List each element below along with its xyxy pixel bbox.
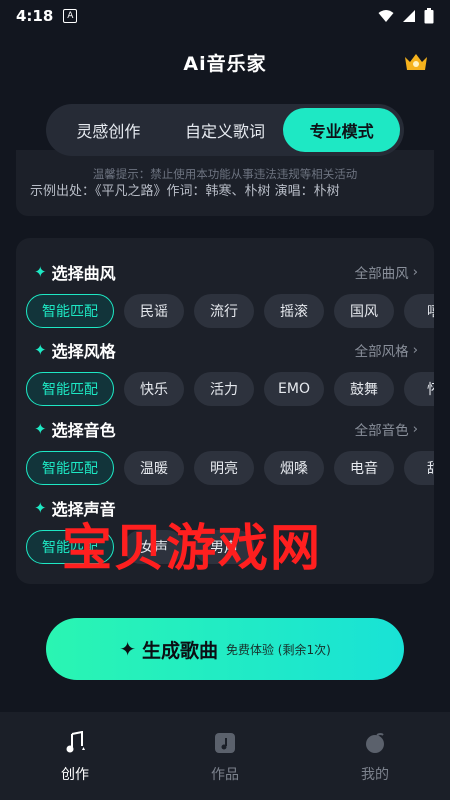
- timbre-chip[interactable]: 甜: [404, 451, 434, 485]
- nav-profile[interactable]: 我的: [300, 712, 450, 800]
- signal-icon: [403, 10, 415, 22]
- all-styles-link[interactable]: 全部风格 ›: [355, 340, 418, 360]
- notification-icon: A: [63, 9, 78, 23]
- genre-chip[interactable]: 流行: [194, 294, 254, 328]
- genre-chip[interactable]: 民谣: [124, 294, 184, 328]
- battery-icon: [424, 8, 434, 24]
- app-title: Ai音乐家: [183, 52, 267, 75]
- timbre-chip[interactable]: 温暖: [124, 451, 184, 485]
- watermark: 宝贝游戏网: [62, 519, 322, 577]
- genre-section-header: ✦ 选择曲风 全部曲风 ›: [34, 260, 418, 284]
- generate-song-button[interactable]: ✦ 生成歌曲 免费体验 (剩余1次): [46, 618, 404, 680]
- style-chip[interactable]: 活力: [194, 372, 254, 406]
- all-styles-label: 全部风格: [354, 344, 409, 360]
- nav-create[interactable]: 创作: [0, 712, 150, 800]
- bottom-nav: 创作 作品 我的: [0, 712, 450, 800]
- timbre-chip-row: 智能匹配 温暖 明亮 烟嗓 电音 甜: [26, 451, 434, 485]
- chevron-right-icon: ›: [412, 264, 418, 280]
- nav-works[interactable]: 作品: [150, 712, 300, 800]
- sparkle-icon: ✦: [119, 637, 136, 661]
- style-section-title: 选择风格: [51, 342, 116, 361]
- style-chip-row: 智能匹配 快乐 活力 EMO 鼓舞 怀: [26, 372, 434, 406]
- tab-pro-mode[interactable]: 专业模式: [283, 108, 401, 152]
- nav-works-label: 作品: [211, 767, 239, 783]
- style-chip[interactable]: 怀: [404, 372, 434, 406]
- tab-inspiration[interactable]: 灵感创作: [50, 108, 167, 152]
- notice-text: 温馨提示：禁止使用本功能从事违法违规等相关活动: [92, 167, 358, 181]
- nav-create-label: 创作: [61, 767, 89, 783]
- status-icons: [378, 8, 434, 24]
- generate-label: 生成歌曲: [141, 639, 218, 662]
- genre-chip-row: 智能匹配 民谣 流行 摇滚 国风 嘻: [26, 294, 434, 328]
- genre-chip[interactable]: 智能匹配: [26, 294, 114, 328]
- timbre-chip[interactable]: 明亮: [194, 451, 254, 485]
- all-genres-label: 全部曲风: [354, 266, 409, 282]
- status-time: 4:18: [16, 7, 54, 25]
- style-chip[interactable]: EMO: [264, 372, 324, 406]
- timbre-chip[interactable]: 电音: [334, 451, 394, 485]
- generate-sublabel: 免费体验 (剩余1次): [225, 642, 331, 657]
- lyrics-preview: 示例出处：《平凡之路》作词：韩寒、朴树 演唱：朴树: [30, 184, 340, 199]
- genre-section-title: 选择曲风: [51, 264, 116, 283]
- style-chip[interactable]: 快乐: [124, 372, 184, 406]
- all-genres-link[interactable]: 全部曲风 ›: [355, 262, 418, 282]
- mode-tabs: 灵感创作 自定义歌词 专业模式: [46, 104, 404, 156]
- app-header: Ai音乐家: [0, 40, 450, 84]
- crown-icon: [405, 54, 427, 70]
- timbre-chip[interactable]: 烟嗓: [264, 451, 324, 485]
- style-chip[interactable]: 智能匹配: [26, 372, 114, 406]
- timbre-section-header: ✦ 选择音色 全部音色 ›: [34, 417, 418, 441]
- sparkle-icon: ✦: [34, 499, 47, 517]
- status-bar: 4:18 A: [0, 0, 450, 32]
- tab-custom-lyrics[interactable]: 自定义歌词: [167, 108, 284, 152]
- album-icon: [212, 730, 238, 756]
- chevron-right-icon: ›: [412, 342, 418, 358]
- chevron-right-icon: ›: [412, 421, 418, 437]
- vip-button[interactable]: [402, 48, 430, 76]
- genre-chip[interactable]: 国风: [334, 294, 394, 328]
- all-timbres-label: 全部音色: [354, 423, 409, 439]
- style-section-header: ✦ 选择风格 全部风格 ›: [34, 338, 418, 362]
- style-chip[interactable]: 鼓舞: [334, 372, 394, 406]
- genre-chip[interactable]: 嘻: [404, 294, 434, 328]
- profile-icon: [362, 730, 388, 756]
- sparkle-icon: ✦: [34, 263, 47, 281]
- genre-chip[interactable]: 摇滚: [264, 294, 324, 328]
- all-timbres-link[interactable]: 全部音色 ›: [355, 419, 418, 439]
- sparkle-icon: ✦: [34, 420, 47, 438]
- sparkle-icon: ✦: [34, 341, 47, 359]
- nav-profile-label: 我的: [361, 767, 389, 783]
- wifi-icon: [378, 10, 394, 22]
- timbre-chip[interactable]: 智能匹配: [26, 451, 114, 485]
- music-note-icon: [62, 730, 88, 756]
- timbre-section-title: 选择音色: [51, 421, 116, 440]
